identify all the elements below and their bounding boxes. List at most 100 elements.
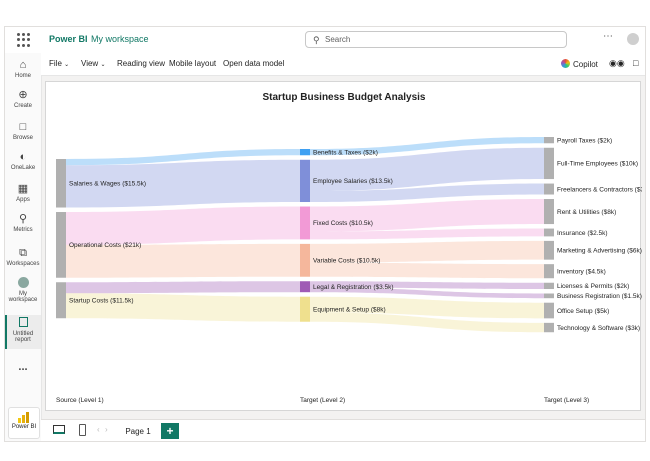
- sankey-link-startup-costs-to-legal-and-registration[interactable]: [66, 281, 300, 294]
- nav-label: Workspaces: [6, 261, 40, 267]
- copilot-icon: [561, 59, 570, 68]
- nav-onelake[interactable]: ◐ OneLake: [5, 151, 41, 171]
- account-avatar[interactable]: [627, 33, 639, 45]
- report-canvas[interactable]: Startup Business Budget Analysis Salaries…: [45, 81, 642, 412]
- chevron-down-icon: ⌄: [100, 62, 106, 68]
- sankey-node-label: Licenses & Permits ($2k): [557, 283, 629, 290]
- page-bar: ‹ › Page 1 +: [41, 419, 645, 441]
- top-header: Power BI My workspace ⚲ Search ⋯: [5, 27, 645, 54]
- nav-browse[interactable]: □ Browse: [5, 121, 41, 141]
- app-launcher-icon[interactable]: [17, 33, 31, 47]
- power-bi-tile[interactable]: Power BI: [8, 407, 40, 439]
- nav-label-line2: report: [15, 337, 31, 343]
- home-icon: ⌂: [19, 59, 27, 71]
- sankey-node-payroll-taxes[interactable]: [544, 137, 554, 144]
- sankey-node-label: Variable Costs ($10.5k): [313, 258, 380, 265]
- apps-icon: ▦: [17, 183, 29, 195]
- chart-title: Startup Business Budget Analysis: [263, 92, 426, 103]
- chevron-down-icon: ⌄: [64, 62, 70, 68]
- sankey-node-rent-and-utilities[interactable]: [544, 199, 554, 225]
- file-menu[interactable]: File ⌄: [49, 59, 69, 68]
- search-input[interactable]: ⚲ Search: [305, 31, 567, 48]
- sankey-node-label: Benefits & Taxes ($2k): [313, 149, 378, 156]
- copilot-button[interactable]: Copilot: [561, 59, 598, 69]
- sankey-link-variable-costs-to-inventory[interactable]: [310, 262, 544, 279]
- sankey-link-operational-costs-to-fixed-costs[interactable]: [66, 206, 300, 245]
- sankey-node-full-time-employees[interactable]: [544, 147, 554, 180]
- nav-metrics[interactable]: ⚲ Metrics: [5, 213, 41, 233]
- nav-label: Home: [14, 73, 31, 79]
- sankey-node-label: Fixed Costs ($10.5k): [313, 220, 373, 227]
- mobile-layout-button[interactable]: Mobile layout: [169, 59, 216, 68]
- sankey-node-employee-salaries[interactable]: [300, 159, 310, 203]
- nav-workspaces[interactable]: ⧉ Workspaces: [5, 247, 41, 267]
- report-icon: [16, 317, 30, 329]
- nav-label: OneLake: [10, 165, 36, 171]
- sankey-node-label: Inventory ($4.5k): [557, 269, 606, 276]
- binoculars-icon[interactable]: ◉◉: [609, 58, 625, 69]
- level-label: Source (Level 1): [56, 397, 104, 404]
- sankey-node-label: Marketing & Advertising ($6k): [557, 248, 642, 255]
- workspaces-icon: ⧉: [19, 247, 27, 259]
- sankey-node-equipment-and-setup[interactable]: [300, 296, 310, 322]
- search-icon: ⚲: [313, 35, 320, 45]
- sankey-node-office-setup[interactable]: [544, 302, 554, 319]
- copilot-label: Copilot: [573, 60, 598, 69]
- sankey-node-salaries-and-wages[interactable]: [56, 159, 66, 208]
- more-icon: ...: [18, 361, 28, 373]
- mobile-layout-icon[interactable]: [79, 424, 86, 436]
- nav-untitled-report[interactable]: Untitled report: [5, 315, 41, 349]
- prev-page-icon[interactable]: ‹: [97, 425, 100, 434]
- level-label: Target (Level 2): [300, 397, 345, 404]
- desktop-layout-icon[interactable]: [53, 425, 65, 434]
- sankey-node-inventory[interactable]: [544, 264, 554, 279]
- add-page-button[interactable]: +: [161, 423, 179, 439]
- nav-my-workspace[interactable]: My workspace: [5, 277, 41, 303]
- sankey-node-label: Equipment & Setup ($8k): [313, 307, 386, 314]
- sankey-node-insurance[interactable]: [544, 228, 554, 237]
- sankey-node-marketing-and-advertising[interactable]: [544, 240, 554, 260]
- sankey-node-benefits-and-taxes[interactable]: [300, 149, 310, 156]
- power-bi-app: Power BI My workspace ⚲ Search ⋯ ⌂ Home …: [4, 26, 646, 442]
- next-page-icon[interactable]: ›: [105, 425, 108, 434]
- sankey-node-legal-and-registration[interactable]: [300, 281, 310, 293]
- sankey-chart[interactable]: Startup Business Budget Analysis Salaries…: [46, 82, 642, 412]
- sankey-node-variable-costs[interactable]: [300, 243, 310, 277]
- reading-view-button[interactable]: Reading view: [117, 59, 165, 68]
- nav-apps[interactable]: ▦ Apps: [5, 183, 41, 203]
- more-options-icon[interactable]: ⋯: [603, 31, 613, 42]
- nav-create[interactable]: ⊕ Create: [5, 89, 41, 109]
- sankey-node-label: Full-Time Employees ($10k): [557, 161, 638, 168]
- sankey-node-label: Operational Costs ($21k): [69, 242, 141, 249]
- sankey-node-label: Rent & Utilities ($8k): [557, 209, 616, 216]
- sankey-node-label: Freelancers & Contractors ($3.5k): [557, 186, 642, 193]
- sankey-node-fixed-costs[interactable]: [300, 206, 310, 240]
- sankey-node-licenses-and-permits[interactable]: [544, 282, 554, 290]
- onelake-icon: ◐: [19, 151, 27, 163]
- nav-home[interactable]: ⌂ Home: [5, 59, 41, 79]
- level-label: Target (Level 3): [544, 397, 589, 404]
- report-toolbar: File ⌄ View ⌄ Reading view Mobile layout…: [41, 53, 645, 76]
- comment-icon[interactable]: □: [633, 58, 638, 68]
- workspace-link[interactable]: My workspace: [91, 34, 149, 44]
- sankey-node-label: Office Setup ($5k): [557, 308, 609, 315]
- sankey-node-startup-costs[interactable]: [56, 282, 66, 319]
- view-menu[interactable]: View ⌄: [81, 59, 105, 68]
- nav-more[interactable]: ...: [5, 361, 41, 373]
- page-tab[interactable]: Page 1: [115, 423, 161, 441]
- sankey-node-label: Employee Salaries ($13.5k): [313, 178, 393, 185]
- nav-label: Create: [13, 103, 32, 109]
- folder-icon: □: [19, 121, 27, 133]
- sankey-node-business-registration[interactable]: [544, 293, 554, 299]
- power-bi-tile-label: Power BI: [11, 424, 37, 430]
- sankey-node-operational-costs[interactable]: [56, 212, 66, 278]
- brand-name[interactable]: Power BI: [49, 34, 88, 44]
- sankey-node-label: Business Registration ($1.5k): [557, 293, 642, 300]
- open-data-model-button[interactable]: Open data model: [223, 59, 284, 68]
- avatar-icon: [16, 277, 30, 289]
- sankey-node-technology-and-software[interactable]: [544, 322, 554, 333]
- sankey-node-label: Salaries & Wages ($15.5k): [69, 181, 146, 188]
- sankey-node-label: Startup Costs ($11.5k): [69, 298, 134, 305]
- nav-label: Metrics: [13, 227, 33, 233]
- sankey-node-freelancers-and-contractors[interactable]: [544, 183, 554, 195]
